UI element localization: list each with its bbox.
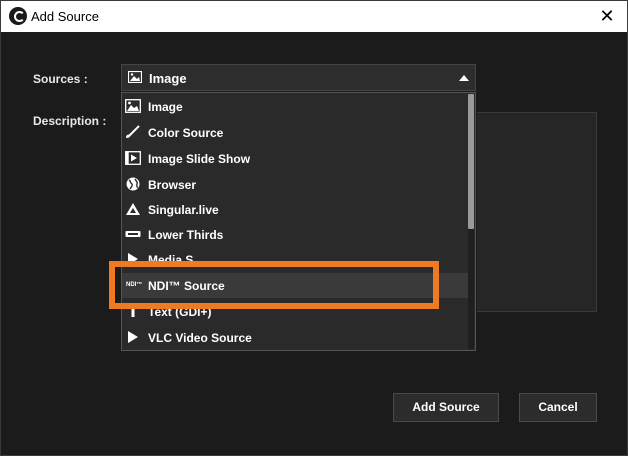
dropdown-item-label: Image bbox=[148, 100, 183, 114]
chevron-up-icon bbox=[459, 75, 469, 81]
dropdown-item-browser[interactable]: Browser bbox=[122, 172, 468, 197]
sources-dropdown[interactable]: Image bbox=[121, 64, 476, 91]
dropdown-item-image-slide-show[interactable]: Image Slide Show bbox=[122, 146, 468, 171]
singular-icon bbox=[126, 203, 140, 215]
dropdown-item-label: Image Slide Show bbox=[148, 152, 251, 166]
slideshow-icon bbox=[125, 151, 141, 165]
lower-thirds-icon bbox=[125, 231, 141, 237]
dropdown-item-label: VLC Video Source bbox=[148, 331, 252, 345]
dropdown-item-label: Color Source bbox=[148, 126, 224, 140]
title-bar: Add Source ✕ bbox=[1, 1, 627, 32]
description-field[interactable] bbox=[477, 112, 597, 312]
dropdown-item-lower-thirds[interactable]: Lower Thirds bbox=[122, 222, 468, 247]
globe-icon bbox=[126, 177, 140, 191]
selected-source-value: Image bbox=[149, 71, 187, 86]
dropdown-scrollbar[interactable] bbox=[468, 94, 474, 349]
app-logo-icon bbox=[9, 7, 27, 25]
dropdown-item-label: Lower Thirds bbox=[148, 228, 224, 242]
scrollbar-thumb[interactable] bbox=[468, 94, 474, 229]
add-source-button[interactable]: Add Source bbox=[393, 393, 499, 422]
dropdown-item-label: Browser bbox=[148, 178, 197, 192]
add-source-dialog: Add Source ✕ Sources : Description : Ima… bbox=[0, 0, 628, 456]
image-icon bbox=[128, 71, 142, 83]
sources-dropdown-list: Image Color Source Image Slide Show Brow… bbox=[121, 92, 476, 351]
image-icon bbox=[125, 99, 141, 113]
play-icon bbox=[128, 331, 138, 343]
description-label: Description : bbox=[33, 114, 107, 128]
dropdown-item-image[interactable]: Image bbox=[122, 94, 468, 119]
close-button[interactable]: ✕ bbox=[595, 5, 619, 27]
sources-label: Sources : bbox=[33, 72, 88, 86]
dropdown-item-color-source[interactable]: Color Source bbox=[122, 120, 468, 145]
dropdown-item-label: Singular.live bbox=[148, 203, 219, 217]
brush-icon bbox=[126, 125, 140, 138]
cancel-button[interactable]: Cancel bbox=[519, 393, 597, 422]
dropdown-item-vlc-video-source[interactable]: VLC Video Source bbox=[122, 325, 468, 350]
window-title: Add Source bbox=[31, 9, 99, 24]
highlight-box bbox=[109, 261, 439, 309]
dropdown-item-singular-live[interactable]: Singular.live bbox=[122, 197, 468, 222]
